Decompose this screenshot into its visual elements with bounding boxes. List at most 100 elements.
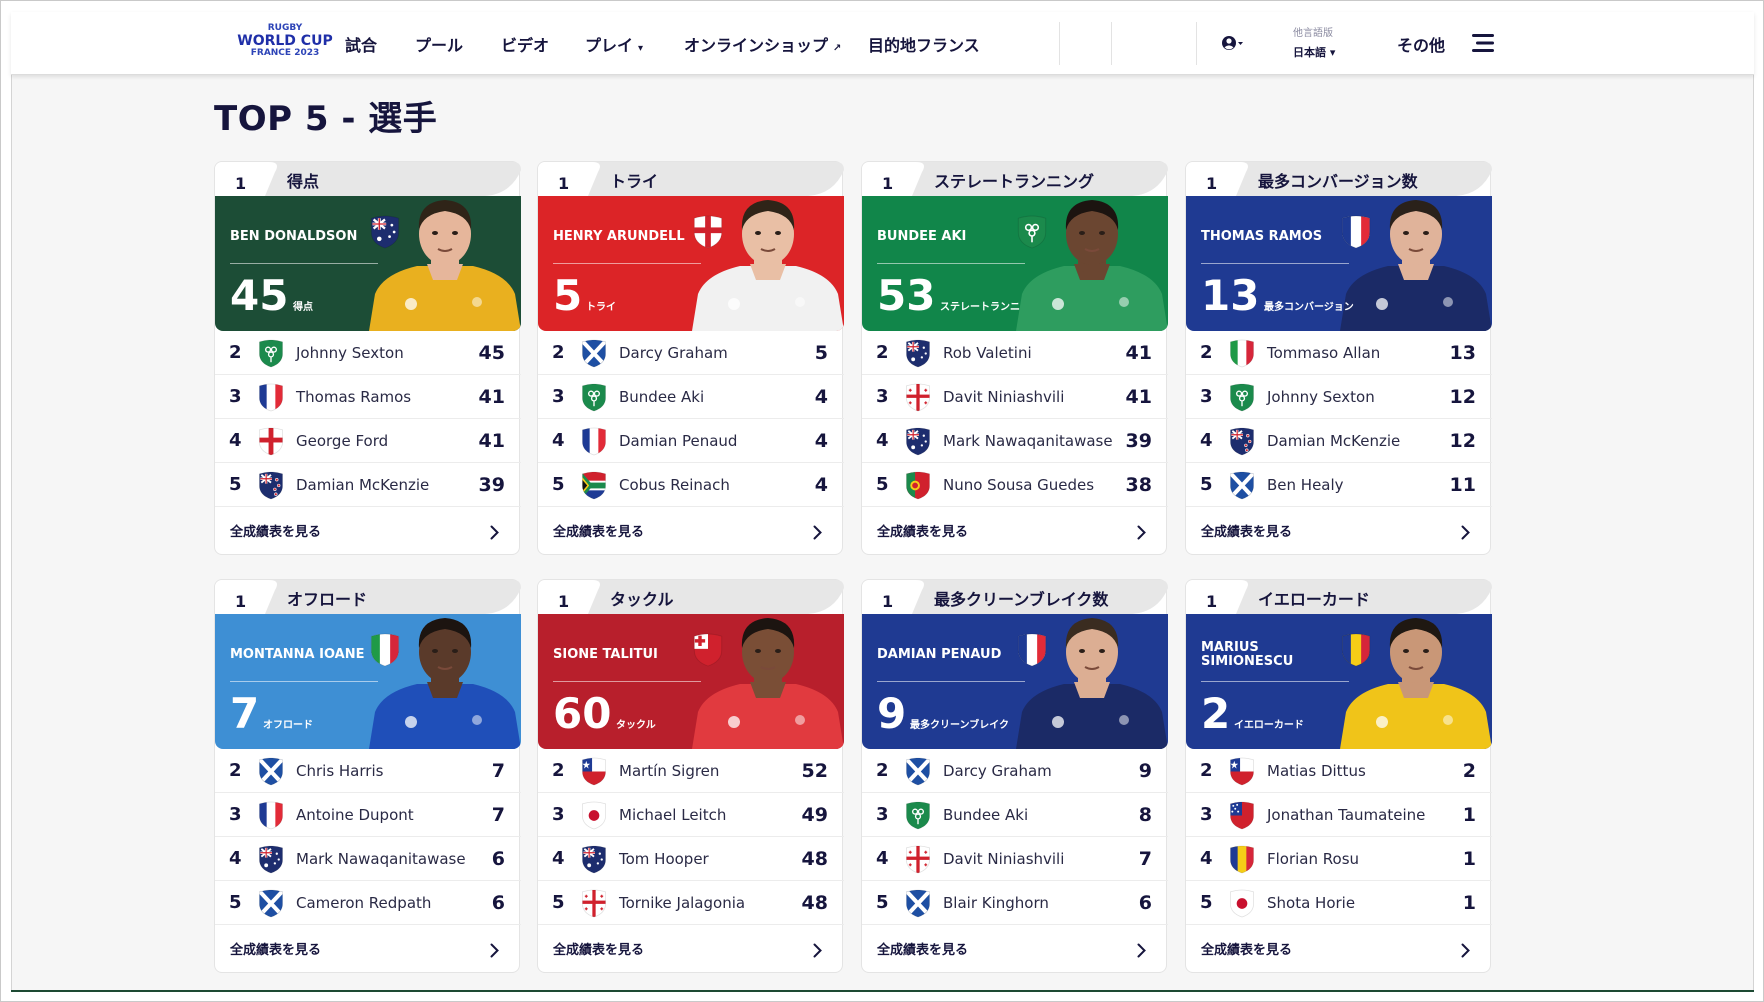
language-label: 他言語版 [1293, 28, 1333, 39]
ranking-row[interactable]: 2 Martín Sigren 52 [538, 749, 844, 793]
ranking-row[interactable]: 4 Davit Niniashvili 7 [862, 837, 1168, 881]
ranking-row[interactable]: 3 Michael Leitch 49 [538, 793, 844, 837]
ranking-row[interactable]: 5 Blair Kinghorn 6 [862, 881, 1168, 925]
ranking-row[interactable]: 2 Rob Valetini 41 [862, 331, 1168, 375]
nav-label: ビデオ [501, 36, 550, 55]
leader-name: SIONE TALITUI [553, 647, 658, 662]
leader-hero[interactable]: HENRY ARUNDELL 5 トライ [538, 196, 844, 331]
view-full-stats-link[interactable]: 全成績表を見る [1201, 939, 1292, 958]
leader-hero[interactable]: THOMAS RAMOS 13 最多コンバージョン [1186, 196, 1492, 331]
ranking-list: 2 Darcy Graham 5 3 Bundee Aki 4 4 Damian Penaud… [538, 331, 844, 507]
ranking-row[interactable]: 4 Damian Penaud 4 [538, 419, 844, 463]
ranking-row[interactable]: 5 Tornike Jalagonia 48 [538, 881, 844, 925]
view-full-stats-link[interactable]: 全成績表を見る [553, 939, 644, 958]
ranking-row[interactable]: 2 Darcy Graham 5 [538, 331, 844, 375]
ranking-row[interactable]: 3 Bundee Aki 4 [538, 375, 844, 419]
stat-card: 1 得点 BEN DONALDSON 45 得点 2 Johnny Sexton 45 3 Tho… [214, 161, 521, 555]
leader-value: 9 [877, 689, 907, 738]
hero-divider [230, 263, 378, 264]
leader-value: 5 [553, 271, 583, 320]
view-full-stats-link[interactable]: 全成績表を見る [877, 939, 968, 958]
leader-hero[interactable]: BEN DONALDSON 45 得点 [215, 196, 521, 331]
leader-value: 7 [230, 689, 260, 738]
chevron-right-icon[interactable] [1461, 525, 1470, 540]
card-tab: 1 最多クリーンブレイク数 [862, 580, 1168, 614]
page-title: TOP 5 - 選手 [214, 99, 438, 139]
stat-card: 1 タックル SIONE TALITUI 60 タックル 2 Martín Sigren 52… [537, 579, 844, 973]
ranking-row[interactable]: 4 George Ford 41 [215, 419, 521, 463]
aus-flag-icon [257, 845, 285, 874]
chevron-right-icon[interactable] [1137, 943, 1146, 958]
ranking-row[interactable]: 3 Davit Niniashvili 41 [862, 375, 1168, 419]
view-full-stats-link[interactable]: 全成績表を見る [1201, 521, 1292, 540]
ranking-row[interactable]: 4 Florian Rosu 1 [1186, 837, 1492, 881]
chevron-right-icon[interactable] [1461, 943, 1470, 958]
ranking-row[interactable]: 2 Darcy Graham 9 [862, 749, 1168, 793]
player-value: 7 [491, 760, 505, 782]
nav-play[interactable]: プレイ ▾ [585, 32, 643, 56]
nav-matches[interactable]: 試合 [345, 32, 377, 56]
nav-pools[interactable]: プール [415, 32, 463, 56]
view-full-stats-link[interactable]: 全成績表を見る [230, 521, 321, 540]
leader-hero[interactable]: BUNDEE AKI 53 ステレートランニ [862, 196, 1168, 331]
player-value: 41 [478, 386, 505, 408]
chevron-right-icon[interactable] [490, 943, 499, 958]
ranking-row[interactable]: 3 Thomas Ramos 41 [215, 375, 521, 419]
ranking-row[interactable]: 3 Bundee Aki 8 [862, 793, 1168, 837]
leader-hero[interactable]: MONTANNA IOANE 7 オフロード [215, 614, 521, 749]
ranking-row[interactable]: 5 Cameron Redpath 6 [215, 881, 521, 925]
view-full-stats-link[interactable]: 全成績表を見る [877, 521, 968, 540]
ranking-row[interactable]: 5 Damian McKenzie 39 [215, 463, 521, 507]
sam-flag-icon [1228, 801, 1256, 830]
aus-flag-icon [369, 212, 401, 252]
row-rank: 4 [1200, 848, 1213, 869]
ranking-row[interactable]: 5 Ben Healy 11 [1186, 463, 1492, 507]
player-name: Nuno Sousa Guedes [943, 476, 1095, 494]
more-menu-label[interactable]: その他 [1397, 32, 1445, 56]
view-full-stats-link[interactable]: 全成績表を見る [230, 939, 321, 958]
chevron-right-icon[interactable] [813, 943, 822, 958]
hero-divider [230, 681, 378, 682]
logo-line-3: FRANCE 2023 [250, 48, 320, 58]
ranking-row[interactable]: 4 Mark Nawaqanitawase 6 [215, 837, 521, 881]
ranking-row[interactable]: 5 Shota Horie 1 [1186, 881, 1492, 925]
ranking-row[interactable]: 3 Jonathan Taumateine 1 [1186, 793, 1492, 837]
ranking-row[interactable]: 5 Nuno Sousa Guedes 38 [862, 463, 1168, 507]
ranking-row[interactable]: 2 Chris Harris 7 [215, 749, 521, 793]
leader-hero[interactable]: SIONE TALITUI 60 タックル [538, 614, 844, 749]
hamburger-menu-icon[interactable] [1472, 32, 1496, 54]
leader-rank: 1 [1206, 592, 1218, 611]
rwc-logo[interactable]: RUGBY WORLD CUP FRANCE 2023 [233, 24, 337, 58]
header-divider [1059, 22, 1060, 65]
leader-unit: 得点 [293, 302, 313, 313]
nav-online-shop[interactable]: オンラインショップ ↗ [684, 32, 841, 56]
ranking-row[interactable]: 5 Cobus Reinach 4 [538, 463, 844, 507]
ranking-row[interactable]: 3 Antoine Dupont 7 [215, 793, 521, 837]
leader-hero[interactable]: DAMIAN PENAUD 9 最多クリーンブレイク [862, 614, 1168, 749]
nav-video[interactable]: ビデオ [501, 32, 549, 56]
ranking-row[interactable]: 3 Johnny Sexton 12 [1186, 375, 1492, 419]
ranking-row[interactable]: 4 Damian McKenzie 12 [1186, 419, 1492, 463]
card-tab: 1 得点 [215, 162, 521, 196]
chevron-right-icon[interactable] [813, 525, 822, 540]
player-value: 41 [1125, 386, 1152, 408]
player-value: 38 [1125, 474, 1152, 496]
leader-name: HENRY ARUNDELL [553, 229, 685, 244]
language-selector[interactable]: 他言語版 日本語 ▾ [1293, 24, 1353, 60]
view-full-stats-link[interactable]: 全成績表を見る [553, 521, 644, 540]
ranking-row[interactable]: 4 Tom Hooper 48 [538, 837, 844, 881]
player-value: 12 [1449, 386, 1476, 408]
ranking-row[interactable]: 4 Mark Nawaqanitawase 39 [862, 419, 1168, 463]
chevron-right-icon[interactable] [1137, 525, 1146, 540]
stat-card: 1 最多クリーンブレイク数 DAMIAN PENAUD 9 最多クリーンブレイク 2 Dar… [861, 579, 1168, 973]
ranking-row[interactable]: 2 Tommaso Allan 13 [1186, 331, 1492, 375]
nav-label: オンラインショップ [684, 36, 829, 55]
ranking-row[interactable]: 2 Johnny Sexton 45 [215, 331, 521, 375]
user-account-icon[interactable] [1220, 33, 1244, 53]
aus-flag-icon [904, 339, 932, 368]
ranking-row[interactable]: 2 Matias Dittus 2 [1186, 749, 1492, 793]
player-value: 12 [1449, 430, 1476, 452]
nav-destination-france[interactable]: 目的地フランス [868, 32, 980, 56]
chevron-right-icon[interactable] [490, 525, 499, 540]
leader-hero[interactable]: MARIUS SIMIONESCU 2 イエローカード [1186, 614, 1492, 749]
